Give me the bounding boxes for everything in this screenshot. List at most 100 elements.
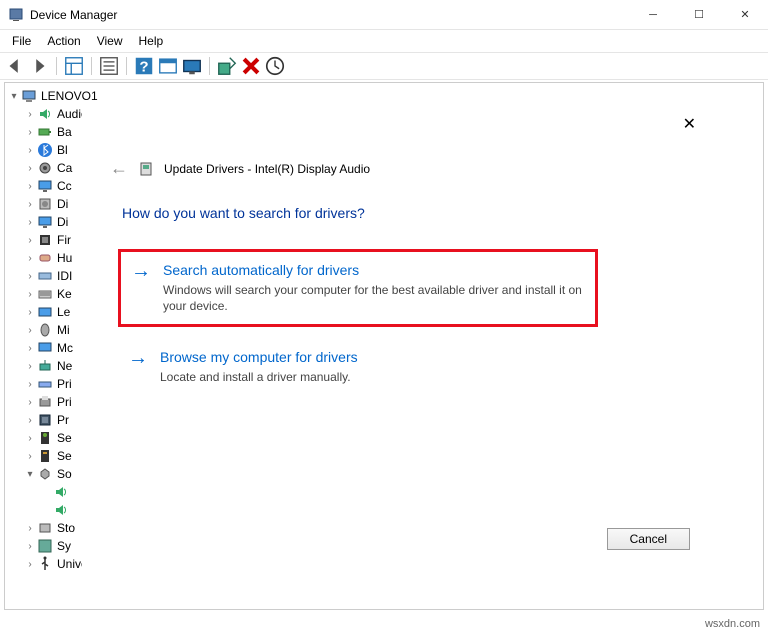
window-controls: ─ ☐ ✕ [630,0,768,30]
tree-item-label: Pr [57,413,69,427]
expand-arrow-icon[interactable]: › [23,376,37,392]
expand-arrow-icon[interactable]: › [23,394,37,410]
expand-arrow-icon[interactable]: › [23,268,37,284]
arrow-right-icon: → [131,260,151,314]
action-button[interactable] [157,55,179,77]
wizard-title: Update Drivers - Intel(R) Display Audio [164,162,370,176]
tree-item-label: Le [57,305,70,319]
watermark: wsxdn.com [705,618,760,630]
tree-item-label: Se [57,449,72,463]
show-hide-tree-button[interactable] [63,55,85,77]
firmware-icon [37,232,53,248]
expand-arrow-icon[interactable]: › [23,538,37,554]
toolbar-separator [91,57,92,75]
tree-item-label: Pri [57,395,72,409]
toolbar-separator [126,57,127,75]
uninstall-button[interactable] [240,55,262,77]
option-browse-computer[interactable]: → Browse my computer for drivers Locate … [118,339,598,395]
expand-arrow-icon[interactable]: › [23,304,37,320]
expand-arrow-icon[interactable]: › [23,322,37,338]
option-description: Locate and install a driver manually. [160,369,358,385]
tree-item-label: Ba [57,125,72,139]
usb-icon [37,556,53,572]
audio-icon [37,106,53,122]
expand-arrow-icon[interactable]: › [23,178,37,194]
tree-item-label: Mc [57,341,73,355]
wizard-close-button[interactable]: ✕ [683,114,696,134]
tree-item-label: Sy [57,539,71,553]
expand-arrow-icon[interactable]: › [23,412,37,428]
expand-arrow-icon[interactable]: › [23,124,37,140]
tree-item-label: Mi [57,323,70,337]
expand-arrow-icon[interactable]: › [23,142,37,158]
tree-item-label: Sto [57,521,75,535]
view-button[interactable] [181,55,203,77]
option-title: Search automatically for drivers [163,262,583,278]
update-driver-wizard: ✕ ← Update Drivers - Intel(R) Display Au… [82,100,722,570]
monitor-icon [37,178,53,194]
option-title: Browse my computer for drivers [160,349,358,365]
scan-hardware-button[interactable] [264,55,286,77]
tree-item-label: Ca [57,161,72,175]
back-button[interactable] [4,55,26,77]
expand-arrow-icon[interactable]: › [23,106,37,122]
expand-arrow-icon[interactable]: › [23,430,37,446]
expand-arrow-icon[interactable]: › [23,340,37,356]
tree-item-label: Ke [57,287,72,301]
expand-arrow-icon[interactable]: › [23,250,37,266]
close-button[interactable]: ✕ [722,0,768,30]
app-icon [8,7,24,23]
wizard-footer: Cancel [607,528,690,550]
expand-arrow-icon[interactable]: ▾ [23,466,37,482]
expand-arrow-icon[interactable]: › [23,160,37,176]
sensor-icon [37,448,53,464]
tree-item-label: Hu [57,251,72,265]
disk-icon [37,196,53,212]
expand-arrow-icon[interactable]: ▾ [7,88,21,104]
expand-arrow-icon[interactable]: › [23,448,37,464]
bluetooth-icon [37,142,53,158]
toolbar-separator [209,57,210,75]
back-arrow-icon[interactable]: ← [110,158,128,179]
menu-view[interactable]: View [89,32,131,50]
modem-icon [37,340,53,356]
update-driver-button[interactable] [216,55,238,77]
minimize-button[interactable]: ─ [630,0,676,30]
tree-item-label: Bl [57,143,68,157]
svg-text:?: ? [139,59,148,76]
battery-icon [37,124,53,140]
tree-item-label: Ne [57,359,72,373]
hid-icon [37,250,53,266]
option-search-automatically[interactable]: → Search automatically for drivers Windo… [118,249,598,327]
menu-file[interactable]: File [4,32,39,50]
menu-action[interactable]: Action [39,32,88,50]
maximize-button[interactable]: ☐ [676,0,722,30]
display-icon [37,214,53,230]
expand-arrow-icon[interactable]: › [23,232,37,248]
expand-arrow-icon[interactable]: › [23,196,37,212]
forward-button[interactable] [28,55,50,77]
option-content: Search automatically for drivers Windows… [163,262,583,314]
network-icon [37,358,53,374]
expand-arrow-icon[interactable]: › [23,286,37,302]
system-icon [37,538,53,554]
expand-arrow-icon[interactable]: › [23,358,37,374]
cancel-button[interactable]: Cancel [607,528,690,550]
keyboard-icon [37,286,53,302]
port-icon [37,376,53,392]
tree-item-label: IDI [57,269,72,283]
expand-arrow-icon[interactable]: › [23,214,37,230]
properties-button[interactable] [98,55,120,77]
expand-arrow-icon[interactable]: › [23,520,37,536]
menu-help[interactable]: Help [131,32,172,50]
wizard-header: ← Update Drivers - Intel(R) Display Audi… [110,158,698,179]
expand-arrow-icon[interactable]: › [23,556,37,572]
tree-item-label: Se [57,431,72,445]
help-button[interactable]: ? [133,55,155,77]
lenovo-icon [37,304,53,320]
arrow-right-icon: → [128,347,148,385]
tree-item-label: Cc [57,179,72,193]
device-icon [138,161,154,177]
tree-item-label: Pri [57,377,72,391]
spacer [39,502,53,518]
